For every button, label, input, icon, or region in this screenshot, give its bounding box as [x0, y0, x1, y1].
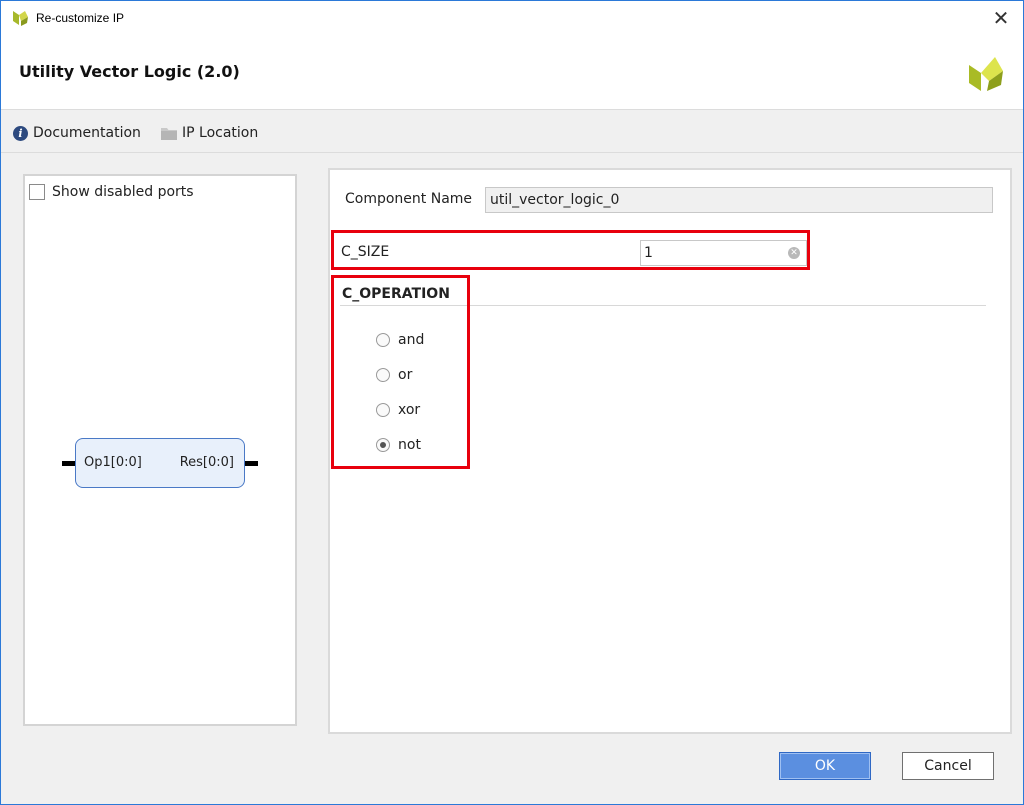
title-bar: Re-customize IP ✕	[1, 1, 1023, 35]
show-disabled-ports-label: Show disabled ports	[52, 184, 194, 200]
documentation-button[interactable]: i Documentation	[13, 123, 141, 143]
ip-location-label: IP Location	[182, 125, 259, 141]
show-disabled-ports-checkbox[interactable]: Show disabled ports	[29, 184, 194, 200]
output-port-label: Res[0:0]	[179, 455, 234, 470]
symbol-panel: Show disabled ports Op1[0:0] Res[0:0]	[23, 174, 297, 726]
documentation-label: Documentation	[33, 125, 141, 141]
dialog-window: Re-customize IP ✕ Utility Vector Logic (…	[0, 0, 1024, 805]
c-size-highlight-box	[331, 230, 810, 270]
c-operation-highlight-box	[331, 275, 470, 469]
parameters-panel: Component Name util_vector_logic_0 C_SIZ…	[328, 168, 1012, 734]
input-port-label: Op1[0:0]	[84, 455, 142, 470]
cancel-button[interactable]: Cancel	[902, 752, 994, 780]
ip-symbol-block: Op1[0:0] Res[0:0]	[62, 438, 258, 488]
xilinx-logo-icon	[969, 57, 1003, 91]
component-name-field: util_vector_logic_0	[485, 187, 993, 213]
input-pin	[62, 461, 75, 466]
output-pin	[245, 461, 258, 466]
folder-icon	[161, 127, 177, 140]
info-icon: i	[13, 125, 28, 141]
component-name-label: Component Name	[345, 191, 473, 207]
ip-heading: Utility Vector Logic (2.0)	[19, 62, 240, 81]
dialog-header: Utility Vector Logic (2.0)	[1, 35, 1023, 110]
checkbox-box[interactable]	[29, 184, 45, 200]
toolbar: i Documentation IP Location	[1, 112, 1023, 153]
ip-location-button[interactable]: IP Location	[161, 123, 258, 143]
window-title: Re-customize IP	[36, 11, 125, 25]
close-icon[interactable]: ✕	[987, 5, 1015, 31]
vivado-app-icon	[13, 11, 28, 26]
ok-button[interactable]: OK	[779, 752, 871, 780]
